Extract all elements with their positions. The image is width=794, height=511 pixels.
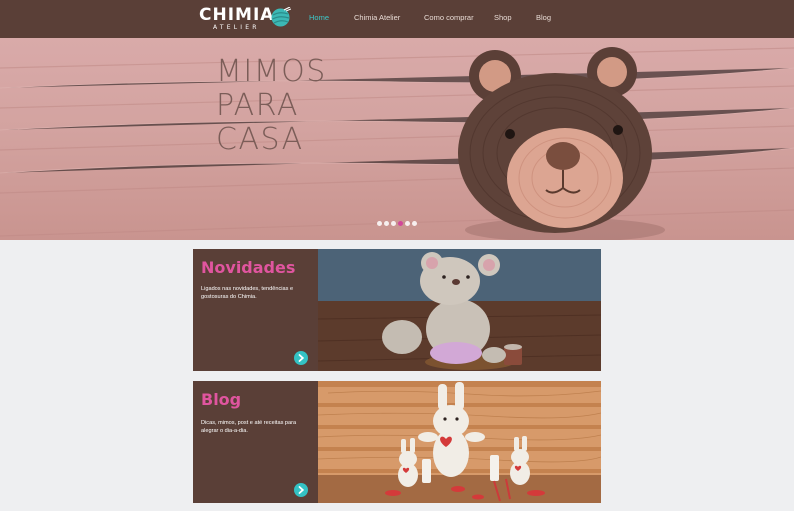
yarn-ball-icon [271,7,291,27]
logo-wordmark: CHIMIA [199,5,275,25]
novidades-card[interactable]: Novidades Ligados nas novidades, tendênc… [193,249,601,371]
card-title: Blog [201,390,242,409]
logo-subtitle: ATELIER [213,24,260,31]
arrow-right-circle-icon[interactable] [294,351,308,365]
slider-dot-active[interactable] [398,221,403,226]
card-info-panel: Blog Dicas, mimos, post e até receitas p… [193,381,318,503]
card-description: Ligados nas novidades, tendências e gost… [201,286,294,300]
top-navigation-bar: CHIMIA ATELIER Home Chimia Atelier Como … [0,0,794,38]
slider-dot[interactable] [405,221,410,226]
card-title: Novidades [201,258,296,277]
hero-headline-line: MIMOS [216,54,327,89]
hero-headline-line: CASA [216,122,304,157]
crochet-bear-head-image [458,47,665,240]
slider-dot[interactable] [412,221,417,226]
hero-headline: MIMOS PARA CASA [216,55,356,157]
nav-shop[interactable]: Shop [494,13,512,23]
blog-card-image [318,381,601,503]
slider-dot[interactable] [384,221,389,226]
card-info-panel: Novidades Ligados nas novidades, tendênc… [193,249,318,371]
arrow-right-circle-icon[interactable] [294,483,308,497]
novidades-card-image [318,249,601,371]
chimia-atelier-logo[interactable]: CHIMIA ATELIER [199,5,294,33]
nav-como-comprar[interactable]: Como comprar [424,13,474,23]
hero-headline-line: PARA [216,88,299,123]
blog-card[interactable]: Blog Dicas, mimos, post e até receitas p… [193,381,601,503]
slider-dot[interactable] [377,221,382,226]
nav-chimia-atelier[interactable]: Chimia Atelier [354,13,400,23]
slider-dot[interactable] [391,221,396,226]
card-description: Dicas, mimos, post e até receitas para a… [201,420,297,434]
nav-blog[interactable]: Blog [536,13,551,23]
nav-home[interactable]: Home [309,13,329,23]
hero-slider[interactable]: MIMOS PARA CASA [0,38,794,240]
